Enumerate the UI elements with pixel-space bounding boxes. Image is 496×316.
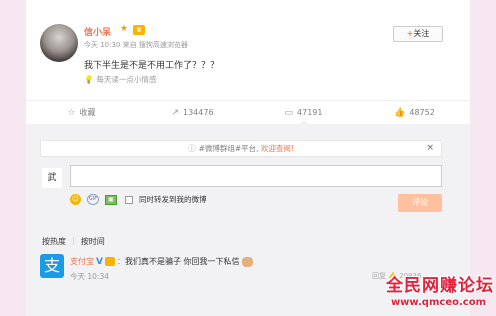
close-icon[interactable]: × xyxy=(426,141,434,156)
medal-icon xyxy=(104,257,115,266)
emoji-icon[interactable]: ☺ xyxy=(70,194,81,205)
verified-icon: V xyxy=(96,257,103,267)
author-name[interactable]: 信小呆 xyxy=(84,25,111,38)
composer-tools: ☺ GIF ▣ 同时转发到我的微博 xyxy=(70,194,207,205)
screenshot-frame: 信小呆 ★ ♛ 今天 10:30 来自 搜狗高速浏览器 +关注 我下半生是不是不… xyxy=(0,0,496,316)
watermark-url: www.qmceo.com xyxy=(390,297,486,308)
tab-by-time[interactable]: 按时间 xyxy=(81,236,105,247)
like-button[interactable]: 👍 48752 xyxy=(359,101,470,124)
avatar[interactable] xyxy=(40,24,78,62)
watermark: 全民网赚论坛 www.qmceo.com xyxy=(364,271,494,308)
like-count: 48752 xyxy=(409,108,435,117)
lightbulb-icon: 💡 xyxy=(84,75,94,84)
submit-comment-button[interactable]: 评论 xyxy=(398,194,442,212)
right-margin xyxy=(470,0,496,316)
comment-time: 今天 10:34 xyxy=(70,272,109,281)
follow-button[interactable]: +关注 xyxy=(393,26,443,42)
post-source-label: 每天读一点小情感 xyxy=(96,75,157,84)
favorite-button[interactable]: ☆ 收藏 xyxy=(26,101,137,124)
tab-by-hot[interactable]: 按热度 xyxy=(42,236,66,247)
comment-button[interactable]: ▭ 47191 xyxy=(248,101,359,125)
star-icon: ★ xyxy=(120,24,129,34)
commenter-name[interactable]: 支付宝 xyxy=(70,257,94,266)
repost-button[interactable]: ↗ 134476 xyxy=(137,101,248,124)
gif-icon[interactable]: GIF xyxy=(87,194,99,205)
my-avatar: 武 xyxy=(42,168,62,188)
thumbs-up-icon: 👍 xyxy=(394,107,406,118)
post-meta: 今天 10:30 来自 搜狗高速浏览器 xyxy=(84,41,188,49)
sort-tabs: 按热度 | 按时间 xyxy=(42,236,105,247)
comment-icon: ▭ xyxy=(284,107,294,118)
comment-colon: ： xyxy=(116,257,125,266)
action-bar: ☆ 收藏 ↗ 134476 ▭ 47191 👍 48752 xyxy=(26,100,470,125)
left-margin xyxy=(0,0,26,316)
notice-link[interactable]: 欢迎查阅! xyxy=(261,144,294,153)
emoji-icon xyxy=(241,256,253,267)
notice-bar: ⓘ #微博群组#平台, 欢迎查阅! × xyxy=(40,140,442,157)
comment-input[interactable] xyxy=(70,165,442,187)
repost-checkbox[interactable] xyxy=(125,195,133,204)
repost-count: 134476 xyxy=(183,108,214,117)
alipay-avatar[interactable]: 支 xyxy=(40,254,64,278)
comment-body: 支付宝 V ：我们真不是骗子 你回我一下私信 xyxy=(70,256,253,267)
favorite-label: 收藏 xyxy=(79,108,96,117)
post-text: 我下半生是不是不用工作了？？？ xyxy=(84,61,220,71)
notice-text: #微博群组#平台, xyxy=(198,144,261,153)
sort-separator: | xyxy=(72,236,75,245)
repost-icon: ↗ xyxy=(171,107,179,118)
post-source[interactable]: 💡 每天读一点小情感 xyxy=(84,74,156,85)
follow-label: 关注 xyxy=(413,29,430,38)
star-outline-icon: ☆ xyxy=(67,107,76,118)
repost-checkbox-label: 同时转发到我的微博 xyxy=(139,195,207,204)
watermark-title: 全民网赚论坛 xyxy=(386,276,494,296)
image-icon[interactable]: ▣ xyxy=(105,194,117,205)
medal-icon: ♛ xyxy=(133,25,145,35)
info-icon: ⓘ xyxy=(188,144,196,153)
comment-text: 我们真不是骗子 你回我一下私信 xyxy=(124,257,240,266)
comment-count: 47191 xyxy=(297,108,323,117)
